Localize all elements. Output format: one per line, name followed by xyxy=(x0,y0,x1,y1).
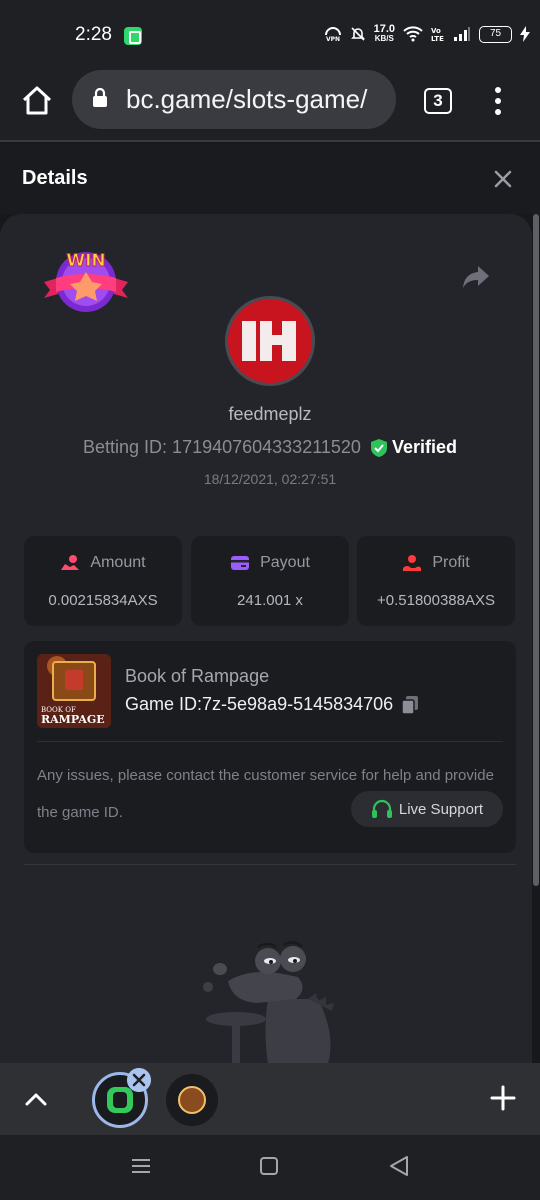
stat-payout: Payout 241.001 x xyxy=(191,536,349,626)
browser-toolbar: bc.game/slots-game/ 3 xyxy=(0,70,540,142)
verified-label: Verified xyxy=(391,437,457,457)
signal-icon xyxy=(454,27,470,41)
stat-payout-header: Payout xyxy=(191,554,349,572)
verified-badge: Verified xyxy=(370,437,457,458)
network-speed: 17.0 KB/S xyxy=(374,24,395,44)
stat-profit: Profit +0.51800388AXS xyxy=(357,536,515,626)
stat-amount: Amount 0.00215834AXS xyxy=(24,536,182,626)
headset-icon xyxy=(371,799,392,818)
url-bar[interactable]: bc.game/slots-game/ xyxy=(72,70,396,129)
bet-details-panel: WIN feedmeplz Betting ID: 17194076043332… xyxy=(0,214,532,1064)
share-icon[interactable] xyxy=(462,264,490,290)
game-favicon-icon xyxy=(178,1086,206,1114)
battery-indicator: 75 xyxy=(479,25,512,43)
bet-date: 18/12/2021, 02:27:51 xyxy=(203,471,337,487)
svg-text:Vo: Vo xyxy=(431,27,441,35)
stat-payout-label: Payout xyxy=(260,554,310,571)
game-thumbnail-art: BOOK OF RAMPAGE xyxy=(37,654,111,728)
close-tab-icon[interactable] xyxy=(127,1068,151,1092)
close-icon[interactable] xyxy=(492,168,514,190)
betting-id: Betting ID: 1719407604333211520 xyxy=(83,437,361,457)
vpn-icon: VPN xyxy=(324,27,341,42)
amount-icon xyxy=(61,555,80,570)
system-navigation-bar xyxy=(0,1135,540,1200)
new-tab-plus-icon[interactable] xyxy=(490,1085,516,1111)
stat-profit-value: +0.51800388AXS xyxy=(376,592,496,609)
stat-payout-value: 241.001 x xyxy=(237,592,303,609)
copy-icon[interactable] xyxy=(401,695,419,715)
scrollbar[interactable] xyxy=(533,214,539,886)
home-nav-icon[interactable] xyxy=(260,1157,278,1175)
payout-card-icon xyxy=(231,556,250,570)
game-card: BOOK OF RAMPAGE Book of Rampage Game ID:… xyxy=(24,641,516,853)
app-notification-icon xyxy=(124,27,142,45)
bcgame-favicon-icon xyxy=(107,1087,133,1113)
live-support-label: Live Support xyxy=(398,800,484,818)
stat-amount-value: 0.00215834AXS xyxy=(48,592,158,609)
divider xyxy=(37,741,503,742)
stat-amount-label: Amount xyxy=(90,554,146,571)
live-support-button[interactable]: Live Support xyxy=(351,791,503,827)
win-badge-text: WIN xyxy=(66,251,105,271)
game-name[interactable]: Book of Rampage xyxy=(125,666,269,687)
charging-icon xyxy=(520,26,530,42)
bell-muted-icon xyxy=(350,27,365,41)
back-nav-icon[interactable] xyxy=(388,1155,410,1177)
game-thumb-text-bottom: RAMPAGE xyxy=(41,713,105,726)
overflow-menu-icon[interactable] xyxy=(488,86,508,116)
game-id-row: Game ID:7z-5e98a9-5145834706 xyxy=(125,694,419,715)
status-bar: 2:28 VPN 17.0 KB/S Vo LTE 75 xyxy=(0,0,540,70)
page-title: Details xyxy=(22,167,88,189)
tab-switcher-button[interactable]: 3 xyxy=(424,88,452,114)
stat-profit-header: Profit xyxy=(357,554,515,572)
avatar xyxy=(225,296,315,386)
profit-icon xyxy=(403,555,422,571)
chevron-up-icon[interactable] xyxy=(22,1087,50,1111)
details-header: Details xyxy=(0,144,540,214)
home-icon[interactable] xyxy=(20,84,54,118)
stat-amount-header: Amount xyxy=(24,554,182,572)
win-badge: WIN xyxy=(44,251,128,312)
net-speed-unit: KB/S xyxy=(374,34,394,43)
status-indicators: VPN 17.0 KB/S Vo LTE 75 xyxy=(324,24,530,44)
crocodile-mascot-illustration xyxy=(203,941,334,1064)
status-time: 2:28 xyxy=(75,24,112,45)
username: feedmeplz xyxy=(228,404,312,424)
stat-profit-label: Profit xyxy=(432,554,470,571)
betting-id-row: Betting ID: 1719407604333211520 Verified xyxy=(0,437,532,458)
recent-apps-icon[interactable] xyxy=(131,1158,151,1174)
game-id: Game ID:7z-5e98a9-5145834706 xyxy=(125,694,394,714)
lock-icon xyxy=(93,88,107,107)
avatar-image xyxy=(242,321,296,361)
section-divider xyxy=(24,864,516,865)
svg-text:LTE: LTE xyxy=(431,35,444,42)
volte-icon: VoLTE xyxy=(431,27,444,42)
wifi-icon xyxy=(403,26,423,42)
game-thumbnail[interactable]: BOOK OF RAMPAGE xyxy=(37,654,111,728)
url-text: bc.game/slots-game/ xyxy=(126,84,368,114)
tab-thumbnail-game[interactable] xyxy=(166,1074,218,1126)
browser-tab-strip xyxy=(0,1063,540,1135)
verified-shield-icon xyxy=(370,438,387,457)
svg-text:VPN: VPN xyxy=(326,36,340,42)
